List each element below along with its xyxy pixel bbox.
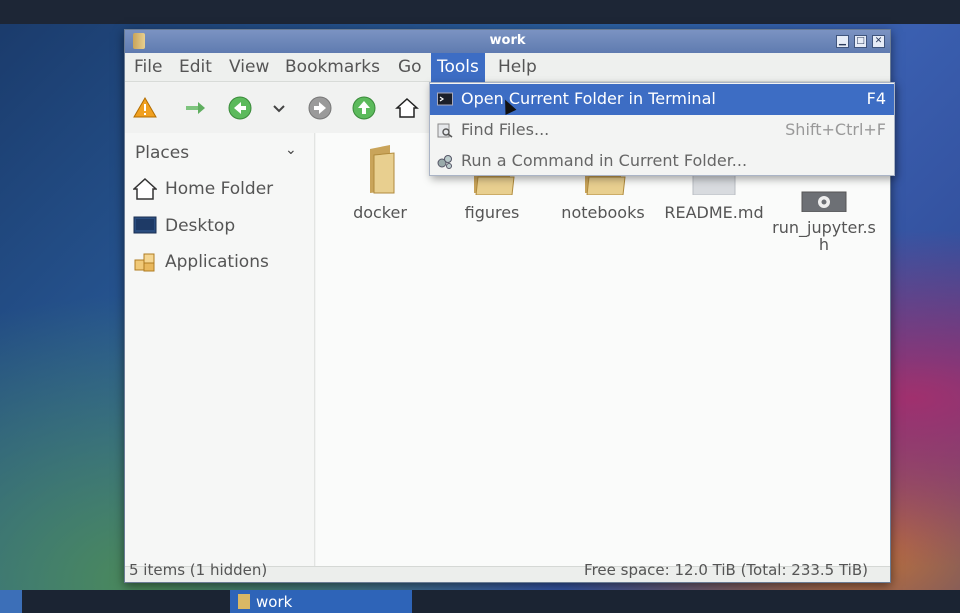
sidebar-item-home-folder[interactable]: Home Folder [133, 176, 308, 204]
menu-tools[interactable]: Tools [431, 53, 485, 82]
file-name: docker [353, 203, 407, 222]
status-bar: 5 items (1 hidden) Free space: 12.0 TiB … [125, 561, 890, 582]
menu-item-label: Run a Command in Current Folder... [461, 151, 748, 170]
close-button[interactable]: ✕ [872, 35, 885, 48]
taskbar-window-button[interactable]: work [230, 590, 412, 613]
file-name: README.md [664, 203, 764, 222]
menu-go[interactable]: Go [394, 57, 426, 77]
sidebar-item-label: Desktop [165, 216, 236, 236]
gears-icon [437, 155, 452, 169]
menu-bookmarks[interactable]: Bookmarks [281, 57, 384, 77]
menu-item-shortcut: Shift+Ctrl+F [785, 120, 886, 139]
window-title: work [489, 33, 526, 48]
start-menu-button[interactable] [0, 590, 22, 613]
item-count-status: 5 items (1 hidden) [129, 561, 268, 579]
back-icon[interactable] [228, 96, 252, 120]
forward-arrow-icon[interactable] [183, 96, 207, 120]
menu-item-run-command[interactable]: Run a Command in Current Folder... [430, 146, 894, 177]
sidebar-item-label: Home Folder [165, 179, 274, 199]
terminal-icon [437, 92, 453, 106]
menu-item-label: Find Files... [461, 120, 550, 139]
home-icon[interactable] [395, 96, 419, 120]
folder-icon [370, 145, 395, 194]
file-name: figures [464, 203, 520, 222]
file-name: run_jupyter.s h [772, 218, 876, 254]
tools-menu-dropdown: Open Current Folder in Terminal F4 Find … [429, 82, 895, 176]
search-icon [437, 123, 453, 138]
menu-item-label: Open Current Folder in Terminal [461, 89, 716, 108]
sidebar-item-label: Applications [165, 252, 269, 272]
file-view[interactable]: docker figures notebooks README.md run_j… [316, 133, 890, 568]
folder-icon [238, 594, 250, 609]
applications-icon [134, 253, 155, 272]
menu-edit[interactable]: Edit [175, 57, 216, 77]
free-space-status: Free space: 12.0 TiB (Total: 233.5 TiB) [584, 561, 868, 579]
menu-file[interactable]: File [130, 57, 166, 77]
title-bar[interactable]: work ▁ □ ✕ [125, 30, 890, 53]
forward-icon[interactable] [308, 96, 332, 120]
menu-item-open-terminal[interactable]: Open Current Folder in Terminal F4 [430, 84, 894, 115]
sidebar-item-desktop[interactable]: Desktop [133, 213, 308, 241]
menu-view[interactable]: View [225, 57, 273, 77]
menu-item-find-files[interactable]: Find Files... Shift+Ctrl+F [430, 115, 894, 146]
file-name: notebooks [561, 203, 645, 222]
history-dropdown-icon[interactable] [267, 96, 291, 120]
warning-icon[interactable] [133, 96, 157, 120]
menu-bar: File Edit View Bookmarks Go Tools Help [125, 53, 890, 82]
minimize-button[interactable]: ▁ [836, 35, 849, 48]
up-icon[interactable] [352, 96, 376, 120]
menu-help[interactable]: Help [494, 57, 541, 77]
desktop-icon [133, 216, 157, 234]
taskbar: work [0, 590, 960, 613]
menu-item-shortcut: F4 [866, 89, 886, 108]
file-item-docker[interactable]: docker [325, 143, 435, 222]
desktop-top-strip [0, 0, 960, 24]
chevron-down-icon[interactable]: ⌄ [285, 142, 297, 158]
places-sidebar: Places ⌄ Home Folder Desktop Application… [125, 133, 315, 568]
places-header[interactable]: Places [135, 143, 189, 163]
sidebar-item-applications[interactable]: Applications [133, 249, 308, 277]
home-icon [133, 178, 157, 200]
maximize-button[interactable]: □ [854, 35, 867, 48]
taskbar-window-label: work [256, 593, 293, 611]
